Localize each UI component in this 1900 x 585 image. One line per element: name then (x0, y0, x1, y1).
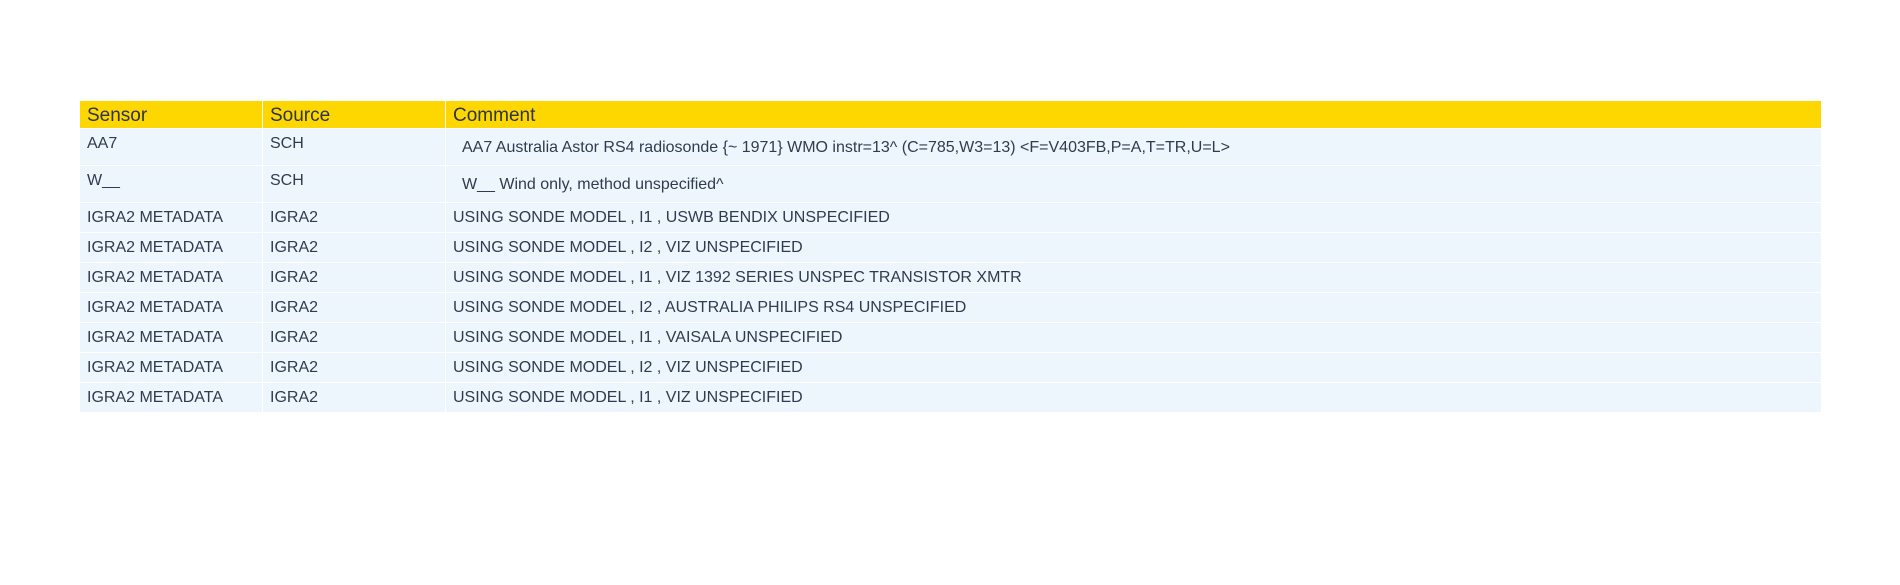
cell-comment: W__ Wind only, method unspecified^ (446, 165, 1821, 202)
cell-source: IGRA2 (263, 202, 446, 232)
cell-comment: USING SONDE MODEL , I1 , VAISALA UNSPECI… (446, 322, 1821, 352)
cell-source: IGRA2 (263, 232, 446, 262)
column-header-source[interactable]: Source (263, 101, 446, 128)
table-row: IGRA2 METADATA IGRA2 USING SONDE MODEL ,… (80, 352, 1821, 382)
cell-sensor: IGRA2 METADATA (80, 352, 263, 382)
cell-sensor: IGRA2 METADATA (80, 322, 263, 352)
cell-sensor: AA7 (80, 128, 263, 165)
table-row: IGRA2 METADATA IGRA2 USING SONDE MODEL ,… (80, 262, 1821, 292)
cell-comment: USING SONDE MODEL , I1 , VIZ UNSPECIFIED (446, 382, 1821, 412)
cell-source: IGRA2 (263, 292, 446, 322)
cell-source: IGRA2 (263, 352, 446, 382)
cell-sensor: IGRA2 METADATA (80, 202, 263, 232)
table-header-row: Sensor Source Comment (80, 101, 1821, 128)
table-body: AA7 SCH AA7 Australia Astor RS4 radioson… (80, 128, 1821, 412)
cell-sensor: IGRA2 METADATA (80, 292, 263, 322)
cell-sensor: IGRA2 METADATA (80, 382, 263, 412)
cell-sensor: W__ (80, 165, 263, 202)
table-row: IGRA2 METADATA IGRA2 USING SONDE MODEL ,… (80, 202, 1821, 232)
table-row: IGRA2 METADATA IGRA2 USING SONDE MODEL ,… (80, 232, 1821, 262)
sensor-metadata-table: Sensor Source Comment AA7 SCH AA7 Austra… (80, 101, 1821, 412)
cell-source: IGRA2 (263, 322, 446, 352)
table-row: W__ SCH W__ Wind only, method unspecifie… (80, 165, 1821, 202)
table-header: Sensor Source Comment (80, 101, 1821, 128)
cell-comment: USING SONDE MODEL , I1 , USWB BENDIX UNS… (446, 202, 1821, 232)
cell-source: SCH (263, 165, 446, 202)
cell-sensor: IGRA2 METADATA (80, 262, 263, 292)
cell-sensor: IGRA2 METADATA (80, 232, 263, 262)
cell-source: SCH (263, 128, 446, 165)
cell-comment: USING SONDE MODEL , I2 , VIZ UNSPECIFIED (446, 352, 1821, 382)
column-header-sensor[interactable]: Sensor (80, 101, 263, 128)
column-header-comment[interactable]: Comment (446, 101, 1821, 128)
cell-comment: USING SONDE MODEL , I1 , VIZ 1392 SERIES… (446, 262, 1821, 292)
table-row: IGRA2 METADATA IGRA2 USING SONDE MODEL ,… (80, 322, 1821, 352)
cell-comment: USING SONDE MODEL , I2 , VIZ UNSPECIFIED (446, 232, 1821, 262)
cell-source: IGRA2 (263, 262, 446, 292)
sensor-metadata-table-container: Sensor Source Comment AA7 SCH AA7 Austra… (80, 101, 1821, 412)
cell-comment: AA7 Australia Astor RS4 radiosonde {~ 19… (446, 128, 1821, 165)
cell-source: IGRA2 (263, 382, 446, 412)
table-row: AA7 SCH AA7 Australia Astor RS4 radioson… (80, 128, 1821, 165)
cell-comment: USING SONDE MODEL , I2 , AUSTRALIA PHILI… (446, 292, 1821, 322)
table-row: IGRA2 METADATA IGRA2 USING SONDE MODEL ,… (80, 292, 1821, 322)
table-row: IGRA2 METADATA IGRA2 USING SONDE MODEL ,… (80, 382, 1821, 412)
